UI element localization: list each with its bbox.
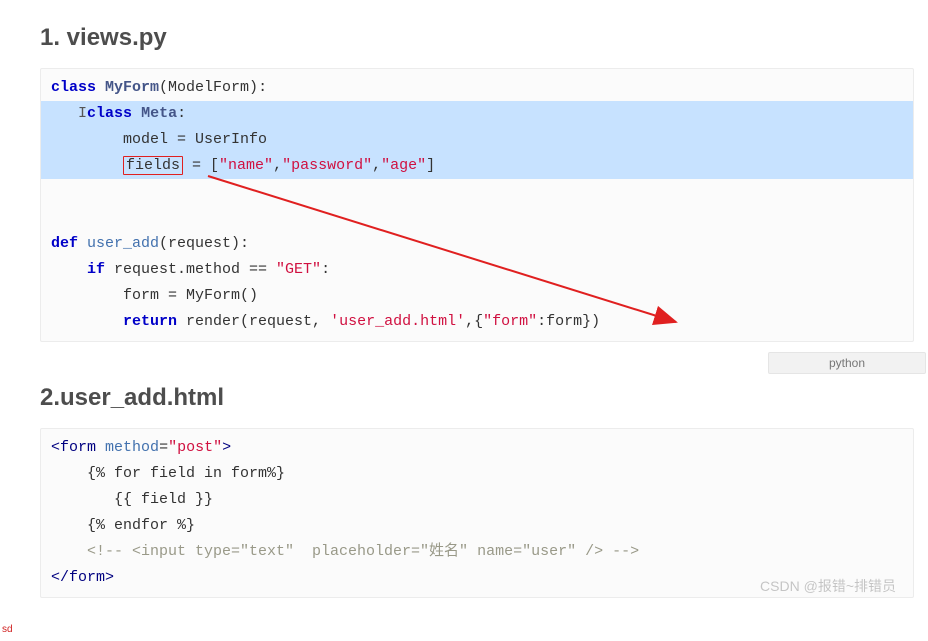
page: 1. views.py class MyForm(ModelForm): Icl… — [40, 24, 914, 598]
code-block-html: <form method="post"> {% for field in for… — [40, 428, 914, 598]
code-line: <!-- <input type="text" placeholder="姓名"… — [51, 539, 903, 565]
heading-user-add-html: 2.user_add.html — [40, 384, 914, 412]
watermark: CSDN @报错~排错员 — [760, 576, 896, 596]
language-label: python — [768, 352, 926, 374]
fields-highlight-box: fields — [123, 156, 183, 175]
code-line: {% for field in form%} — [51, 461, 903, 487]
code-line: def user_add(request): — [51, 231, 903, 257]
heading-views-py: 1. views.py — [40, 24, 914, 52]
code-line-highlighted: model = UserInfo — [41, 127, 913, 153]
corner-mark: sd — [2, 624, 13, 635]
code-line: <form method="post"> — [51, 435, 903, 461]
code-line: class MyForm(ModelForm): — [51, 75, 903, 101]
code-line: {{ field }} — [51, 487, 903, 513]
code-line: form = MyForm() — [51, 283, 903, 309]
code-block-python-wrapper: class MyForm(ModelForm): Iclass Meta: mo… — [40, 68, 914, 342]
code-line: return render(request, 'user_add.html',{… — [51, 309, 903, 335]
code-line: if request.method == "GET": — [51, 257, 903, 283]
code-line-blank — [51, 179, 903, 205]
code-block-python: class MyForm(ModelForm): Iclass Meta: mo… — [40, 68, 914, 342]
code-line: {% endfor %} — [51, 513, 903, 539]
code-line-highlighted: Iclass Meta: — [41, 101, 913, 127]
code-line-blank — [51, 205, 903, 231]
code-line-highlighted: fields = ["name","password","age"] — [41, 153, 913, 179]
